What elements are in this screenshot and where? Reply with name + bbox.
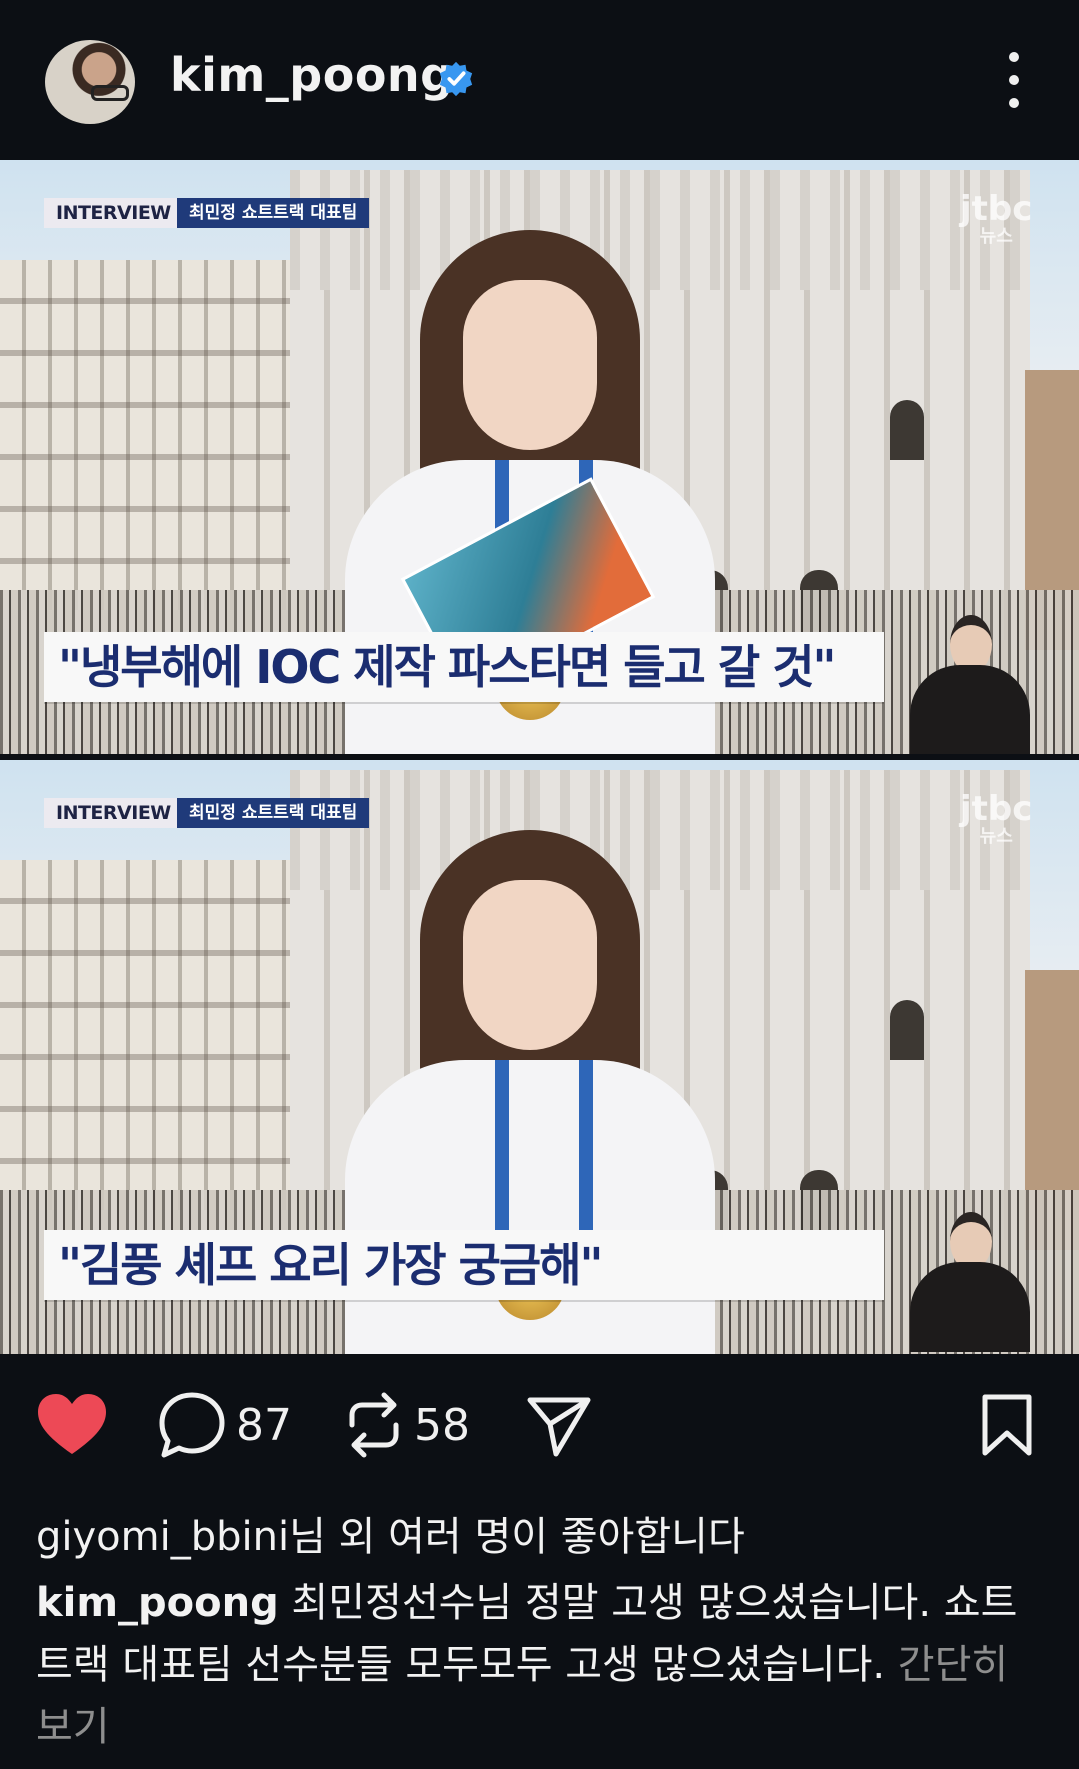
news-caption: "김풍 셰프 요리 가장 궁금해" bbox=[58, 1238, 604, 1292]
cathedral-window bbox=[890, 1000, 924, 1060]
face bbox=[463, 280, 597, 450]
post-header: kim_poong bbox=[0, 0, 1079, 160]
more-vertical-icon[interactable] bbox=[1000, 52, 1028, 108]
save-button[interactable] bbox=[980, 1380, 1034, 1470]
background-building-left bbox=[0, 260, 290, 610]
broadcaster-name: jtbc bbox=[960, 189, 1033, 229]
face bbox=[463, 880, 597, 1050]
like-button[interactable] bbox=[36, 1380, 108, 1470]
news-caption-bar: "김풍 셰프 요리 가장 궁금해" bbox=[44, 1230, 884, 1300]
post-image-frame-1[interactable]: INTERVIEW 최민정 쇼트트랙 대표팀 jtbc 뉴스 "냉부해에 IOC … bbox=[0, 160, 1079, 754]
send-icon bbox=[527, 1397, 591, 1457]
comment-count: 87 bbox=[236, 1399, 292, 1451]
name-tag: 최민정 쇼트트랙 대표팀 bbox=[177, 198, 370, 228]
likes-suffix: 님 외 여러 명이 좋아합니다 bbox=[289, 1514, 745, 1560]
repost-icon bbox=[349, 1392, 399, 1458]
liked-by-user[interactable]: giyomi_bbini bbox=[36, 1514, 289, 1560]
news-caption-bar: "냉부해에 IOC 제작 파스타면 들고 갈 것" bbox=[44, 632, 884, 702]
likes-summary: giyomi_bbini님 외 여러 명이 좋아합니다 bbox=[36, 1504, 745, 1562]
name-tag: 최민정 쇼트트랙 대표팀 bbox=[177, 798, 370, 828]
avatar[interactable] bbox=[45, 40, 135, 124]
repost-count: 58 bbox=[414, 1399, 470, 1451]
cathedral-window bbox=[890, 400, 924, 460]
verified-badge-icon bbox=[439, 61, 473, 97]
post-caption: kim_poong 최민정선수님 정말 고생 많으셨습니다. 쇼트트랙 대표팀 … bbox=[36, 1572, 1046, 1758]
bookmark-icon bbox=[982, 1394, 1032, 1456]
broadcaster-logo: jtbc 뉴스 bbox=[960, 792, 1032, 848]
broadcaster-name: jtbc bbox=[960, 789, 1033, 829]
post-actions: 87 58 bbox=[0, 1380, 1079, 1470]
broadcaster-sub: 뉴스 bbox=[979, 226, 1013, 247]
sign-language-interpreter bbox=[910, 1212, 1030, 1352]
sign-language-interpreter bbox=[910, 615, 1030, 754]
broadcaster-sub: 뉴스 bbox=[979, 826, 1013, 847]
post-image-frame-2[interactable]: INTERVIEW 최민정 쇼트트랙 대표팀 jtbc 뉴스 "김풍 셰프 요리 … bbox=[0, 760, 1079, 1354]
post-username[interactable]: kim_poong bbox=[170, 48, 454, 102]
share-button[interactable] bbox=[526, 1380, 592, 1470]
caption-username[interactable]: kim_poong bbox=[36, 1580, 279, 1626]
avatar-glasses bbox=[91, 85, 129, 101]
comment-icon bbox=[159, 1392, 225, 1458]
news-caption: "냉부해에 IOC 제작 파스타면 들고 갈 것" bbox=[58, 640, 836, 694]
background-building-left bbox=[0, 860, 290, 1210]
interview-tag: INTERVIEW bbox=[44, 198, 183, 228]
interview-tag: INTERVIEW bbox=[44, 798, 183, 828]
broadcaster-logo: jtbc 뉴스 bbox=[960, 192, 1032, 248]
heart-icon bbox=[38, 1394, 106, 1454]
repost-button[interactable]: 58 bbox=[344, 1380, 470, 1470]
comment-button[interactable]: 87 bbox=[158, 1380, 292, 1470]
